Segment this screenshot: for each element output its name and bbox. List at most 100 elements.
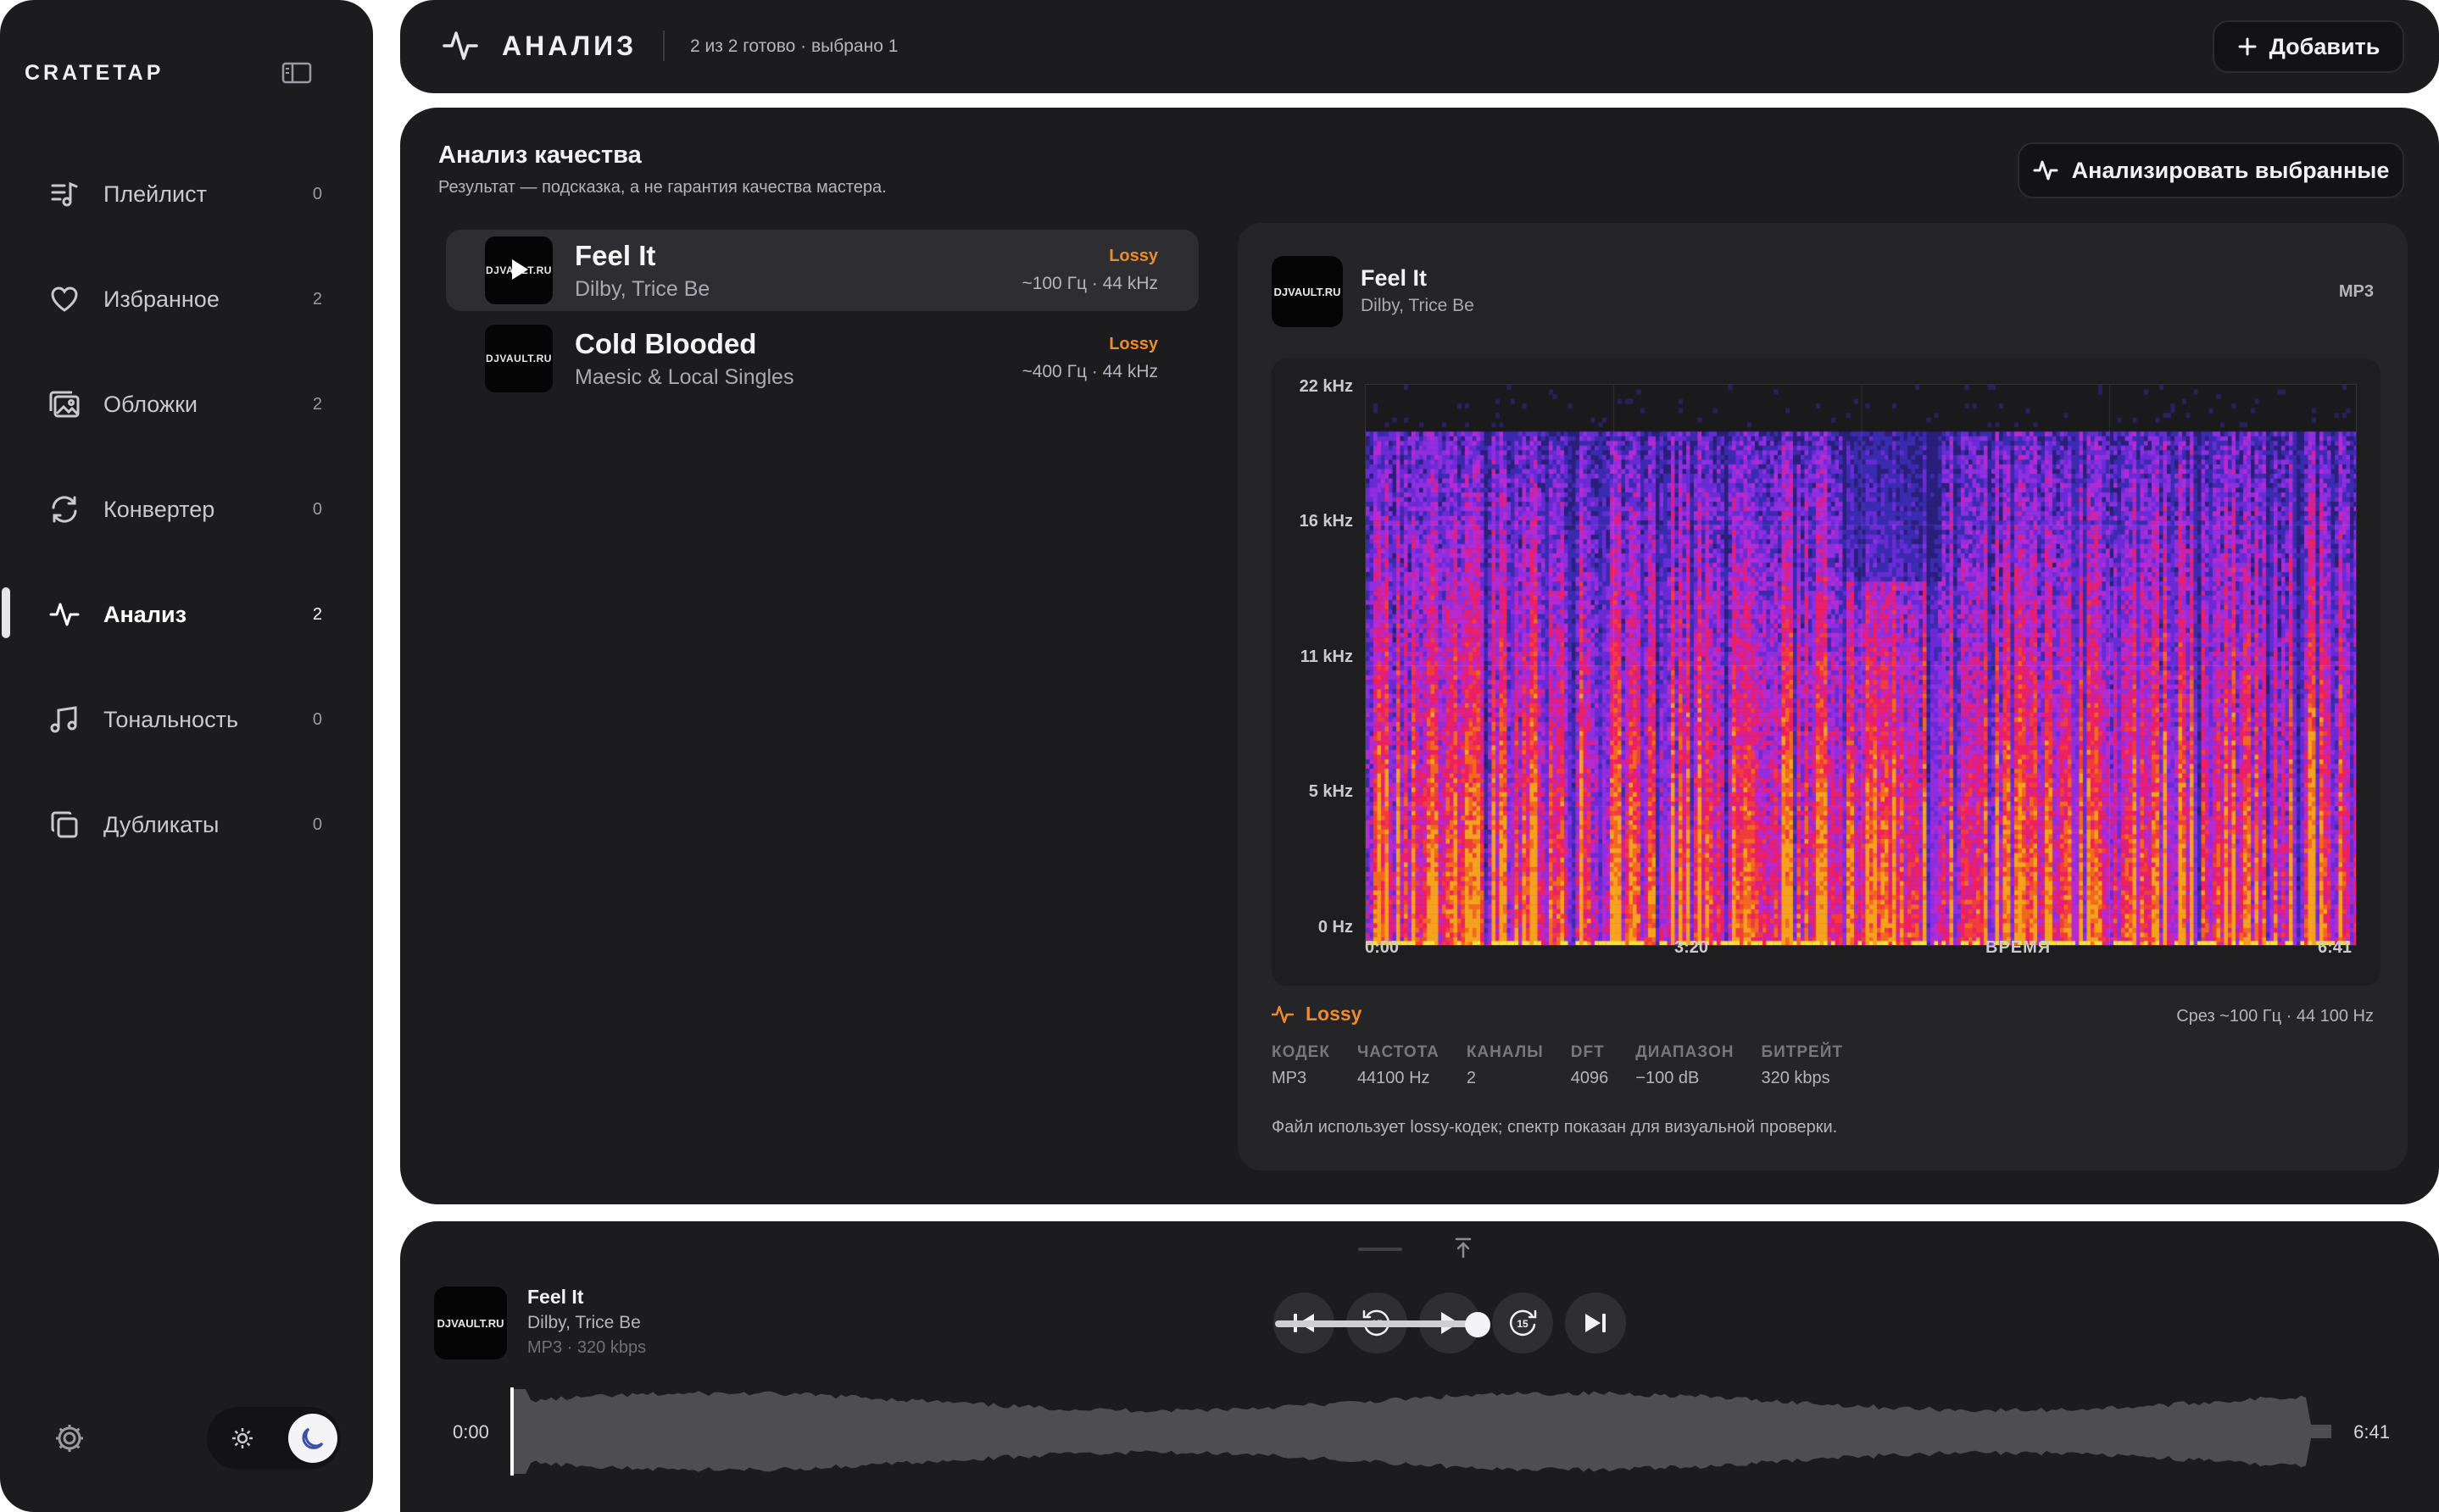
- analyze-selected-button[interactable]: Анализировать выбранные: [2018, 142, 2404, 198]
- stat-range: ДИАПАЗОН −100 dB: [1635, 1043, 1734, 1088]
- spectrogram-y-label: 5 kHz: [1308, 782, 1353, 801]
- track-artist: Dilby, Trice Be: [575, 277, 710, 301]
- playhead: [510, 1387, 514, 1476]
- stat-value: 320 kbps: [1761, 1069, 1830, 1087]
- arrow-up-to-line-icon: [1455, 1237, 1472, 1259]
- pulse-icon: [1272, 1005, 1294, 1023]
- spectrogram-x-label: 0:00: [1365, 938, 1400, 957]
- forward-15-button[interactable]: 15: [1492, 1292, 1553, 1354]
- track-cover: DJVAULT.RU: [1272, 256, 1343, 327]
- player-track-meta: MP3 · 320 kbps: [527, 1338, 647, 1357]
- skip-forward-icon: [1585, 1314, 1606, 1332]
- current-time: 0:00: [453, 1421, 489, 1443]
- volume-slider[interactable]: [1275, 1320, 1472, 1327]
- stat-key: DFT: [1570, 1043, 1605, 1061]
- waveform-scrubber[interactable]: [510, 1387, 2333, 1476]
- sidebar-item-label: Избранное: [103, 286, 220, 312]
- spectrogram-y-label: 11 kHz: [1300, 648, 1353, 666]
- stat-key: КАНАЛЫ: [1466, 1043, 1544, 1061]
- sidebar-toggle-button[interactable]: [281, 61, 312, 85]
- sidebar-item-analysis[interactable]: Анализ 2: [34, 581, 331, 648]
- header-divider: [663, 31, 665, 61]
- spectrogram-canvas: [1366, 385, 2356, 945]
- sidebar-item-count: 0: [312, 814, 322, 834]
- plus-icon: [2238, 37, 2257, 56]
- page-title: АНАЛИЗ: [502, 31, 638, 61]
- sidebar-item-label: Дубликаты: [103, 811, 220, 837]
- analysis-track-name: Feel It: [1361, 265, 1428, 291]
- verdict-label: Lossy: [1306, 1003, 1362, 1025]
- stat-codec: КОДЕК MP3: [1272, 1043, 1330, 1088]
- cover-logo: DJVAULT.RU: [437, 1316, 504, 1330]
- spectrogram-x-label: 6:41: [2318, 938, 2353, 957]
- spectrogram-y-label: 0 Hz: [1317, 918, 1353, 937]
- sidebar-item-count: 0: [312, 499, 322, 519]
- stat-rate: ЧАСТОТА 44100 Hz: [1357, 1043, 1439, 1088]
- track-cover[interactable]: DJVAULT.RU: [485, 325, 553, 392]
- images-icon: [34, 390, 95, 419]
- sun-icon[interactable]: [226, 1421, 259, 1455]
- total-time: 6:41: [2353, 1421, 2390, 1443]
- forward-seconds: 15: [1517, 1318, 1529, 1330]
- sidebar-item-converter[interactable]: Конвертер 0: [34, 475, 331, 543]
- moon-icon[interactable]: [288, 1414, 337, 1463]
- sidebar-item-covers[interactable]: Обложки 2: [34, 370, 331, 438]
- expand-player-button[interactable]: [1453, 1237, 1473, 1263]
- spectrogram-x-label: 3:20: [1674, 938, 1709, 957]
- track-name: Feel It: [575, 240, 656, 271]
- stat-value: 2: [1466, 1069, 1476, 1087]
- add-button-label: Добавить: [2269, 33, 2381, 59]
- sidebar-item-duplicates[interactable]: Дубликаты 0: [34, 791, 331, 859]
- track-row[interactable]: DJVAULT.RU Cold Blooded Maesic & Local S…: [446, 318, 1199, 399]
- sidebar-item-label: Анализ: [103, 601, 187, 627]
- stats-row: КОДЕК MP3 ЧАСТОТА 44100 Hz КАНАЛЫ 2 DFT 4096…: [1272, 1043, 1870, 1088]
- analysis-note: Файл использует lossy-кодек; спектр пока…: [1272, 1118, 1838, 1137]
- quality-badge: Lossy: [1109, 247, 1158, 265]
- header-status: 2 из 2 готово · выбрано 1: [690, 36, 899, 56]
- stat-key: БИТРЕЙТ: [1761, 1043, 1843, 1061]
- copy-icon: [34, 810, 95, 839]
- drag-handle[interactable]: [1358, 1248, 1402, 1251]
- sidebar-item-label: Тональность: [103, 706, 239, 732]
- next-button[interactable]: [1565, 1292, 1626, 1354]
- stat-value: 44100 Hz: [1356, 1069, 1430, 1087]
- add-button[interactable]: Добавить: [2213, 20, 2404, 73]
- sidebar-item-label: Конвертер: [103, 496, 215, 522]
- section-subtitle: Результат — подсказка, а не гарантия кач…: [438, 178, 887, 197]
- settings-button[interactable]: [53, 1421, 86, 1455]
- player-track-name: Feel It: [527, 1286, 584, 1308]
- app-brand: CRATETAP: [25, 61, 164, 85]
- spectrogram[interactable]: [1365, 384, 2357, 946]
- sidebar-item-count: 2: [312, 289, 322, 309]
- stat-bitrate: БИТРЕЙТ 320 kbps: [1761, 1043, 1843, 1088]
- player-track-artist: Dilby, Trice Be: [527, 1313, 641, 1332]
- volume-handle[interactable]: [1465, 1312, 1491, 1337]
- stat-dft: DFT 4096: [1571, 1043, 1609, 1088]
- pulse-icon: [2033, 160, 2058, 181]
- spectrogram-axis-title: ВРЕМЯ: [1985, 938, 2052, 957]
- analyze-button-label: Анализировать выбранные: [2071, 157, 2390, 183]
- music-notes-icon: [34, 705, 95, 734]
- track-name: Cold Blooded: [575, 328, 757, 359]
- play-icon: [512, 259, 528, 280]
- track-row[interactable]: DJVAULT.RU Feel It Dilby, Trice Be Lossy…: [446, 230, 1199, 311]
- player-bar: DJVAULT.RU Feel It Dilby, Trice Be MP3 ·…: [400, 1221, 2439, 1512]
- track-meta: ~400 Гц · 44 kHz: [1022, 362, 1158, 381]
- theme-toggle[interactable]: [207, 1407, 341, 1470]
- sidebar-item-key[interactable]: Тональность 0: [34, 686, 331, 753]
- spectrogram-y-label: 16 kHz: [1299, 512, 1353, 531]
- stat-channels: КАНАЛЫ 2: [1467, 1043, 1544, 1088]
- top-header: АНАЛИЗ 2 из 2 готово · выбрано 1 Добавит…: [400, 0, 2439, 93]
- sidebar-item-playlist[interactable]: Плейлист 0: [34, 160, 331, 228]
- convert-icon: [34, 495, 95, 524]
- track-cover[interactable]: DJVAULT.RU: [485, 236, 553, 304]
- sidebar-item-favorites[interactable]: Избранное 2: [34, 265, 331, 333]
- heart-icon: [34, 286, 95, 313]
- sidebar-item-label: Плейлист: [103, 181, 207, 207]
- quality-verdict: Lossy: [1272, 1003, 1361, 1026]
- sidebar-item-label: Обложки: [103, 391, 198, 417]
- track-artist: Maesic & Local Singles: [575, 365, 794, 389]
- spectrogram-y-label: 22 kHz: [1299, 377, 1353, 396]
- sidebar-item-count: 2: [312, 394, 322, 414]
- quality-badge: Lossy: [1109, 335, 1158, 353]
